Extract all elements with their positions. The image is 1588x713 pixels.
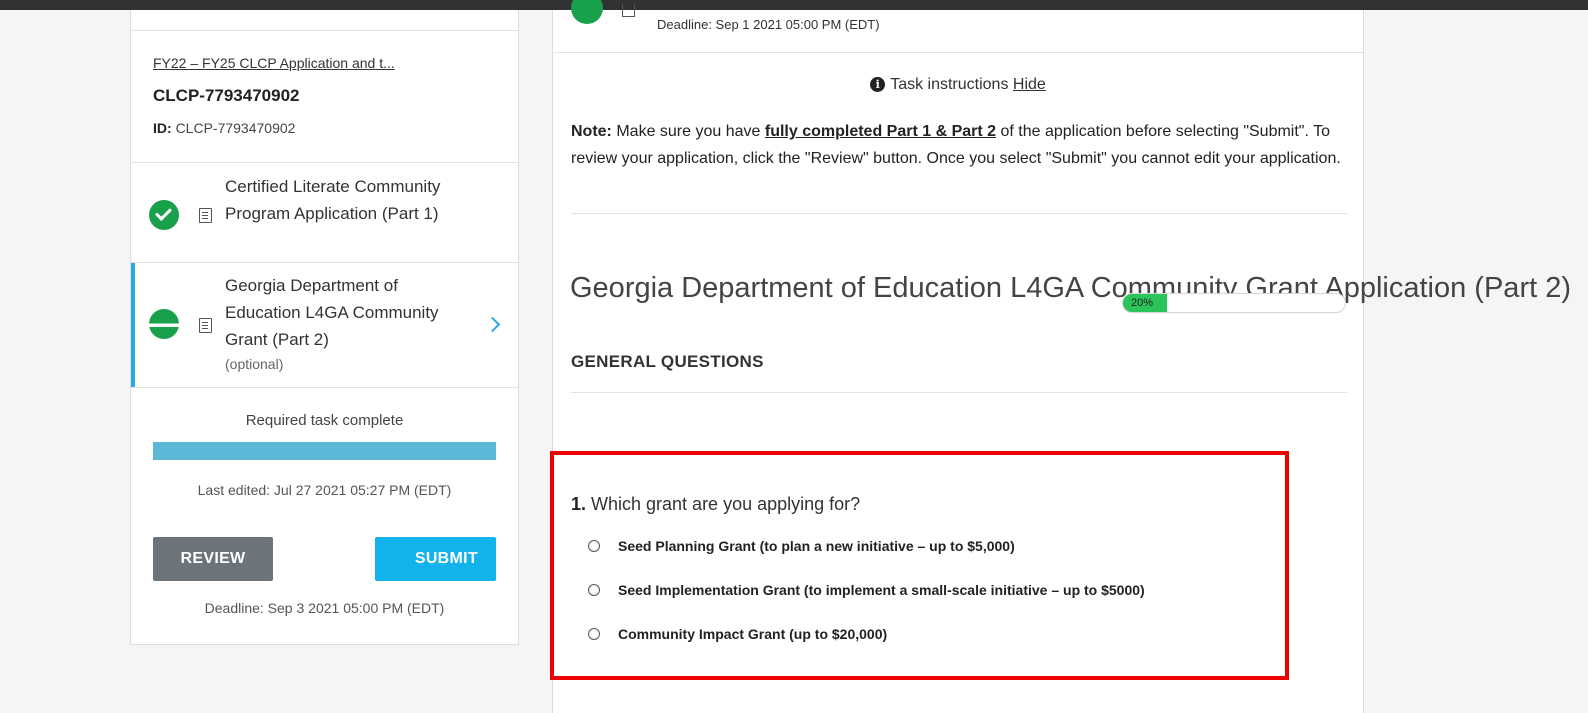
required-progress-bar — [153, 442, 496, 460]
hide-instructions-link[interactable]: Hide — [1013, 76, 1046, 93]
option-label: Community Impact Grant (up to $20,000) — [618, 626, 888, 642]
instructions-note: Note: Make sure you have fully completed… — [571, 118, 1351, 172]
required-status: Required task complete — [245, 412, 404, 429]
highlight-box — [550, 451, 1289, 680]
note-prefix: Note: — [571, 123, 612, 140]
task-label: Georgia Department of Education L4GA Com… — [225, 276, 439, 349]
optional-label: (optional) — [225, 356, 284, 372]
project-id: ID: CLCP-7793470902 — [153, 120, 295, 136]
divider — [571, 213, 1347, 214]
task-instructions-header: i Task instructions Hide — [553, 76, 1363, 94]
task-item-part1[interactable]: Certified Literate Community Program App… — [131, 163, 518, 262]
option-label: Seed Planning Grant (to plan a new initi… — [618, 538, 1015, 554]
note-emphasis: fully completed Part 1 & Part 2 — [764, 123, 997, 140]
project-link[interactable]: FY22 – FY25 CLCP Application and t... — [153, 55, 395, 71]
info-icon: i — [870, 77, 886, 92]
id-value: CLCP-7793470902 — [175, 120, 296, 136]
note-text-1: Make sure you have — [611, 123, 765, 140]
progress-half-circle-icon — [149, 309, 179, 339]
divider — [131, 30, 518, 31]
document-icon — [199, 208, 212, 223]
task-label-wrap: Georgia Department of Education L4GA Com… — [225, 272, 475, 375]
question-label: 1. Which grant are you applying for? — [571, 494, 860, 515]
instructions-label: Task instructions — [890, 76, 1009, 93]
grant-option-community-impact[interactable]: Community Impact Grant (up to $20,000) — [588, 626, 887, 642]
document-icon — [199, 318, 212, 333]
question-text: Which grant are you applying for? — [586, 494, 861, 514]
section-heading: GENERAL QUESTIONS — [571, 352, 764, 371]
task-deadline: Deadline: Sep 1 2021 05:00 PM (EDT) — [657, 17, 880, 32]
project-code: CLCP-7793470902 — [153, 86, 300, 105]
sidebar-deadline: Deadline: Sep 3 2021 05:00 PM (EDT) — [204, 600, 445, 616]
divider — [571, 392, 1347, 393]
radio-button[interactable] — [588, 628, 600, 640]
review-button[interactable]: REVIEW — [153, 537, 273, 581]
grant-option-seed-implementation[interactable]: Seed Implementation Grant (to implement … — [588, 582, 1145, 598]
radio-button[interactable] — [588, 540, 600, 552]
task-item-part2[interactable]: Georgia Department of Education L4GA Com… — [131, 262, 518, 388]
radio-button[interactable] — [588, 584, 600, 596]
task-label: Certified Literate Community Program App… — [225, 177, 441, 223]
page-title: Georgia Department of Education L4GA Com… — [570, 272, 1571, 304]
option-label: Seed Implementation Grant (to implement … — [618, 582, 1145, 598]
check-circle-icon — [149, 200, 179, 230]
check-circle-icon — [571, 0, 603, 24]
progress-label: 20% — [1131, 297, 1154, 309]
chevron-right-icon — [484, 316, 501, 333]
last-edited: Last edited: Jul 27 2021 05:27 PM (EDT) — [197, 482, 452, 498]
application-sidebar: FY22 – FY25 CLCP Application and t... CL… — [130, 10, 519, 645]
submit-button[interactable]: SUBMIT — [375, 537, 496, 581]
divider — [553, 52, 1363, 53]
grant-option-seed-planning[interactable]: Seed Planning Grant (to plan a new initi… — [588, 538, 1015, 554]
top-bar — [0, 0, 1588, 10]
application-progress-bar: 20% — [1122, 293, 1346, 313]
required-progress-fill — [153, 442, 496, 460]
id-label: ID: — [153, 120, 172, 136]
question-number: 1. — [571, 494, 587, 514]
active-indicator — [131, 263, 135, 387]
document-icon — [622, 4, 635, 17]
